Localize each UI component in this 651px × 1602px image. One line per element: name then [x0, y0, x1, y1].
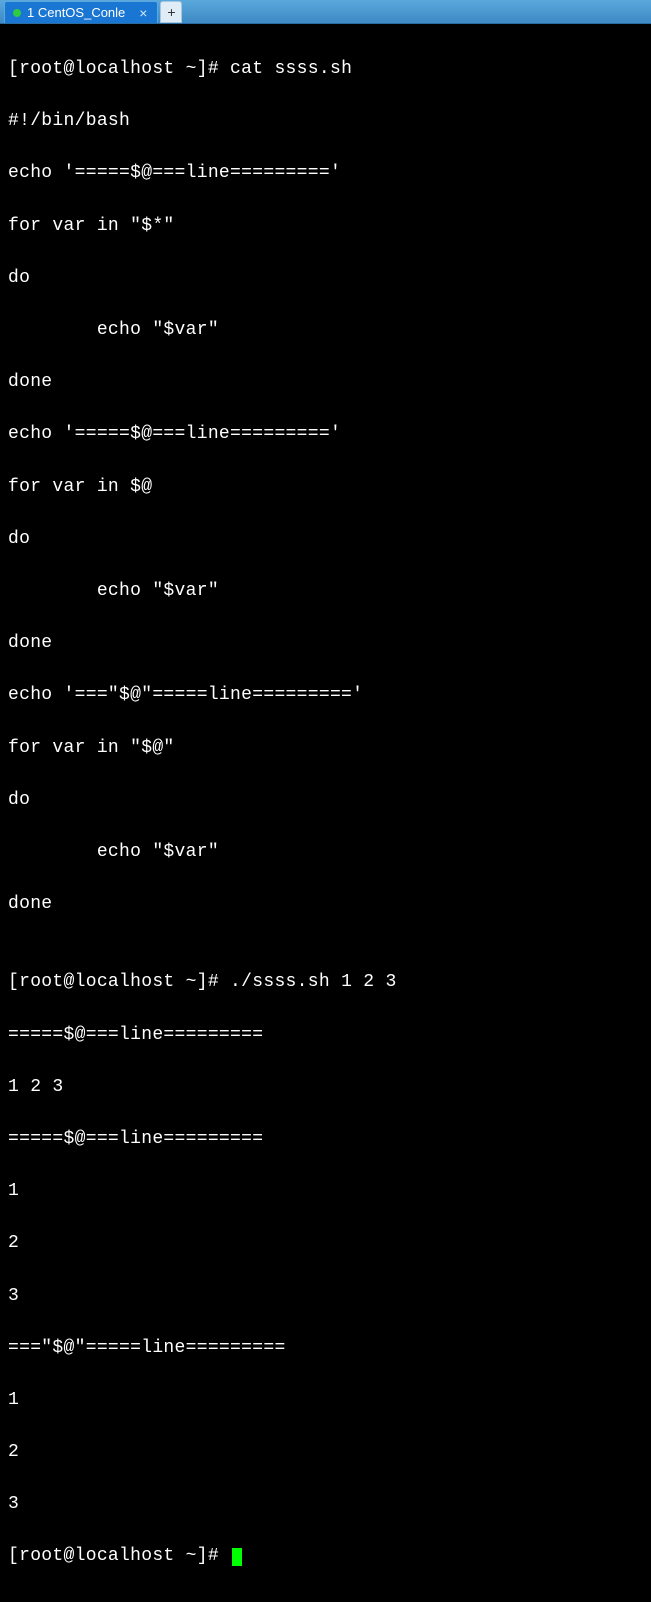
terminal-line: for var in "$@" [8, 735, 643, 761]
terminal-line: done [8, 369, 643, 395]
command-text: ./ssss.sh 1 2 3 [230, 972, 397, 992]
terminal-line: =====$@===line========= [8, 1022, 643, 1048]
terminal-line: for var in $@ [8, 474, 643, 500]
terminal-viewport[interactable]: [root@localhost ~]# cat ssss.sh #!/bin/b… [0, 24, 651, 1602]
terminal-line: [root@localhost ~]# ./ssss.sh 1 2 3 [8, 969, 643, 995]
terminal-line: done [8, 891, 643, 917]
terminal-line: #!/bin/bash [8, 108, 643, 134]
terminal-line: done [8, 630, 643, 656]
terminal-line: 3 [8, 1491, 643, 1517]
shell-prompt: [root@localhost ~]# [8, 972, 230, 992]
terminal-line: [root@localhost ~]# cat ssss.sh [8, 56, 643, 82]
tab-label: 1 CentOS_Conle [27, 5, 125, 20]
shell-prompt: [root@localhost ~]# [8, 1546, 230, 1566]
plus-icon: + [167, 4, 175, 20]
terminal-line: echo '=====$@===line=========' [8, 160, 643, 186]
terminal-line: 3 [8, 1283, 643, 1309]
terminal-line: for var in "$*" [8, 213, 643, 239]
terminal-line: echo '=====$@===line=========' [8, 421, 643, 447]
terminal-line: 1 [8, 1387, 643, 1413]
status-dot-icon [13, 9, 21, 17]
shell-prompt: [root@localhost ~]# [8, 59, 230, 79]
terminal-line: do [8, 526, 643, 552]
terminal-line: echo "$var" [8, 839, 643, 865]
terminal-line: ==="$@"=====line========= [8, 1335, 643, 1361]
new-tab-button[interactable]: + [160, 1, 182, 23]
terminal-line: 2 [8, 1439, 643, 1465]
terminal-line: 1 2 3 [8, 1074, 643, 1100]
terminal-line: 2 [8, 1230, 643, 1256]
terminal-line: echo '==="$@"=====line=========' [8, 682, 643, 708]
terminal-line: =====$@===line========= [8, 1126, 643, 1152]
terminal-line: 1 [8, 1178, 643, 1204]
tab-centos[interactable]: 1 CentOS_Conle × [4, 1, 158, 23]
terminal-line: echo "$var" [8, 578, 643, 604]
title-bar: 1 CentOS_Conle × + [0, 0, 651, 24]
terminal-line: do [8, 787, 643, 813]
terminal-line: echo "$var" [8, 317, 643, 343]
command-text: cat ssss.sh [230, 59, 352, 79]
cursor-icon [232, 1548, 242, 1566]
terminal-line: [root@localhost ~]# [8, 1543, 643, 1569]
terminal-line: do [8, 265, 643, 291]
close-icon[interactable]: × [139, 5, 147, 21]
